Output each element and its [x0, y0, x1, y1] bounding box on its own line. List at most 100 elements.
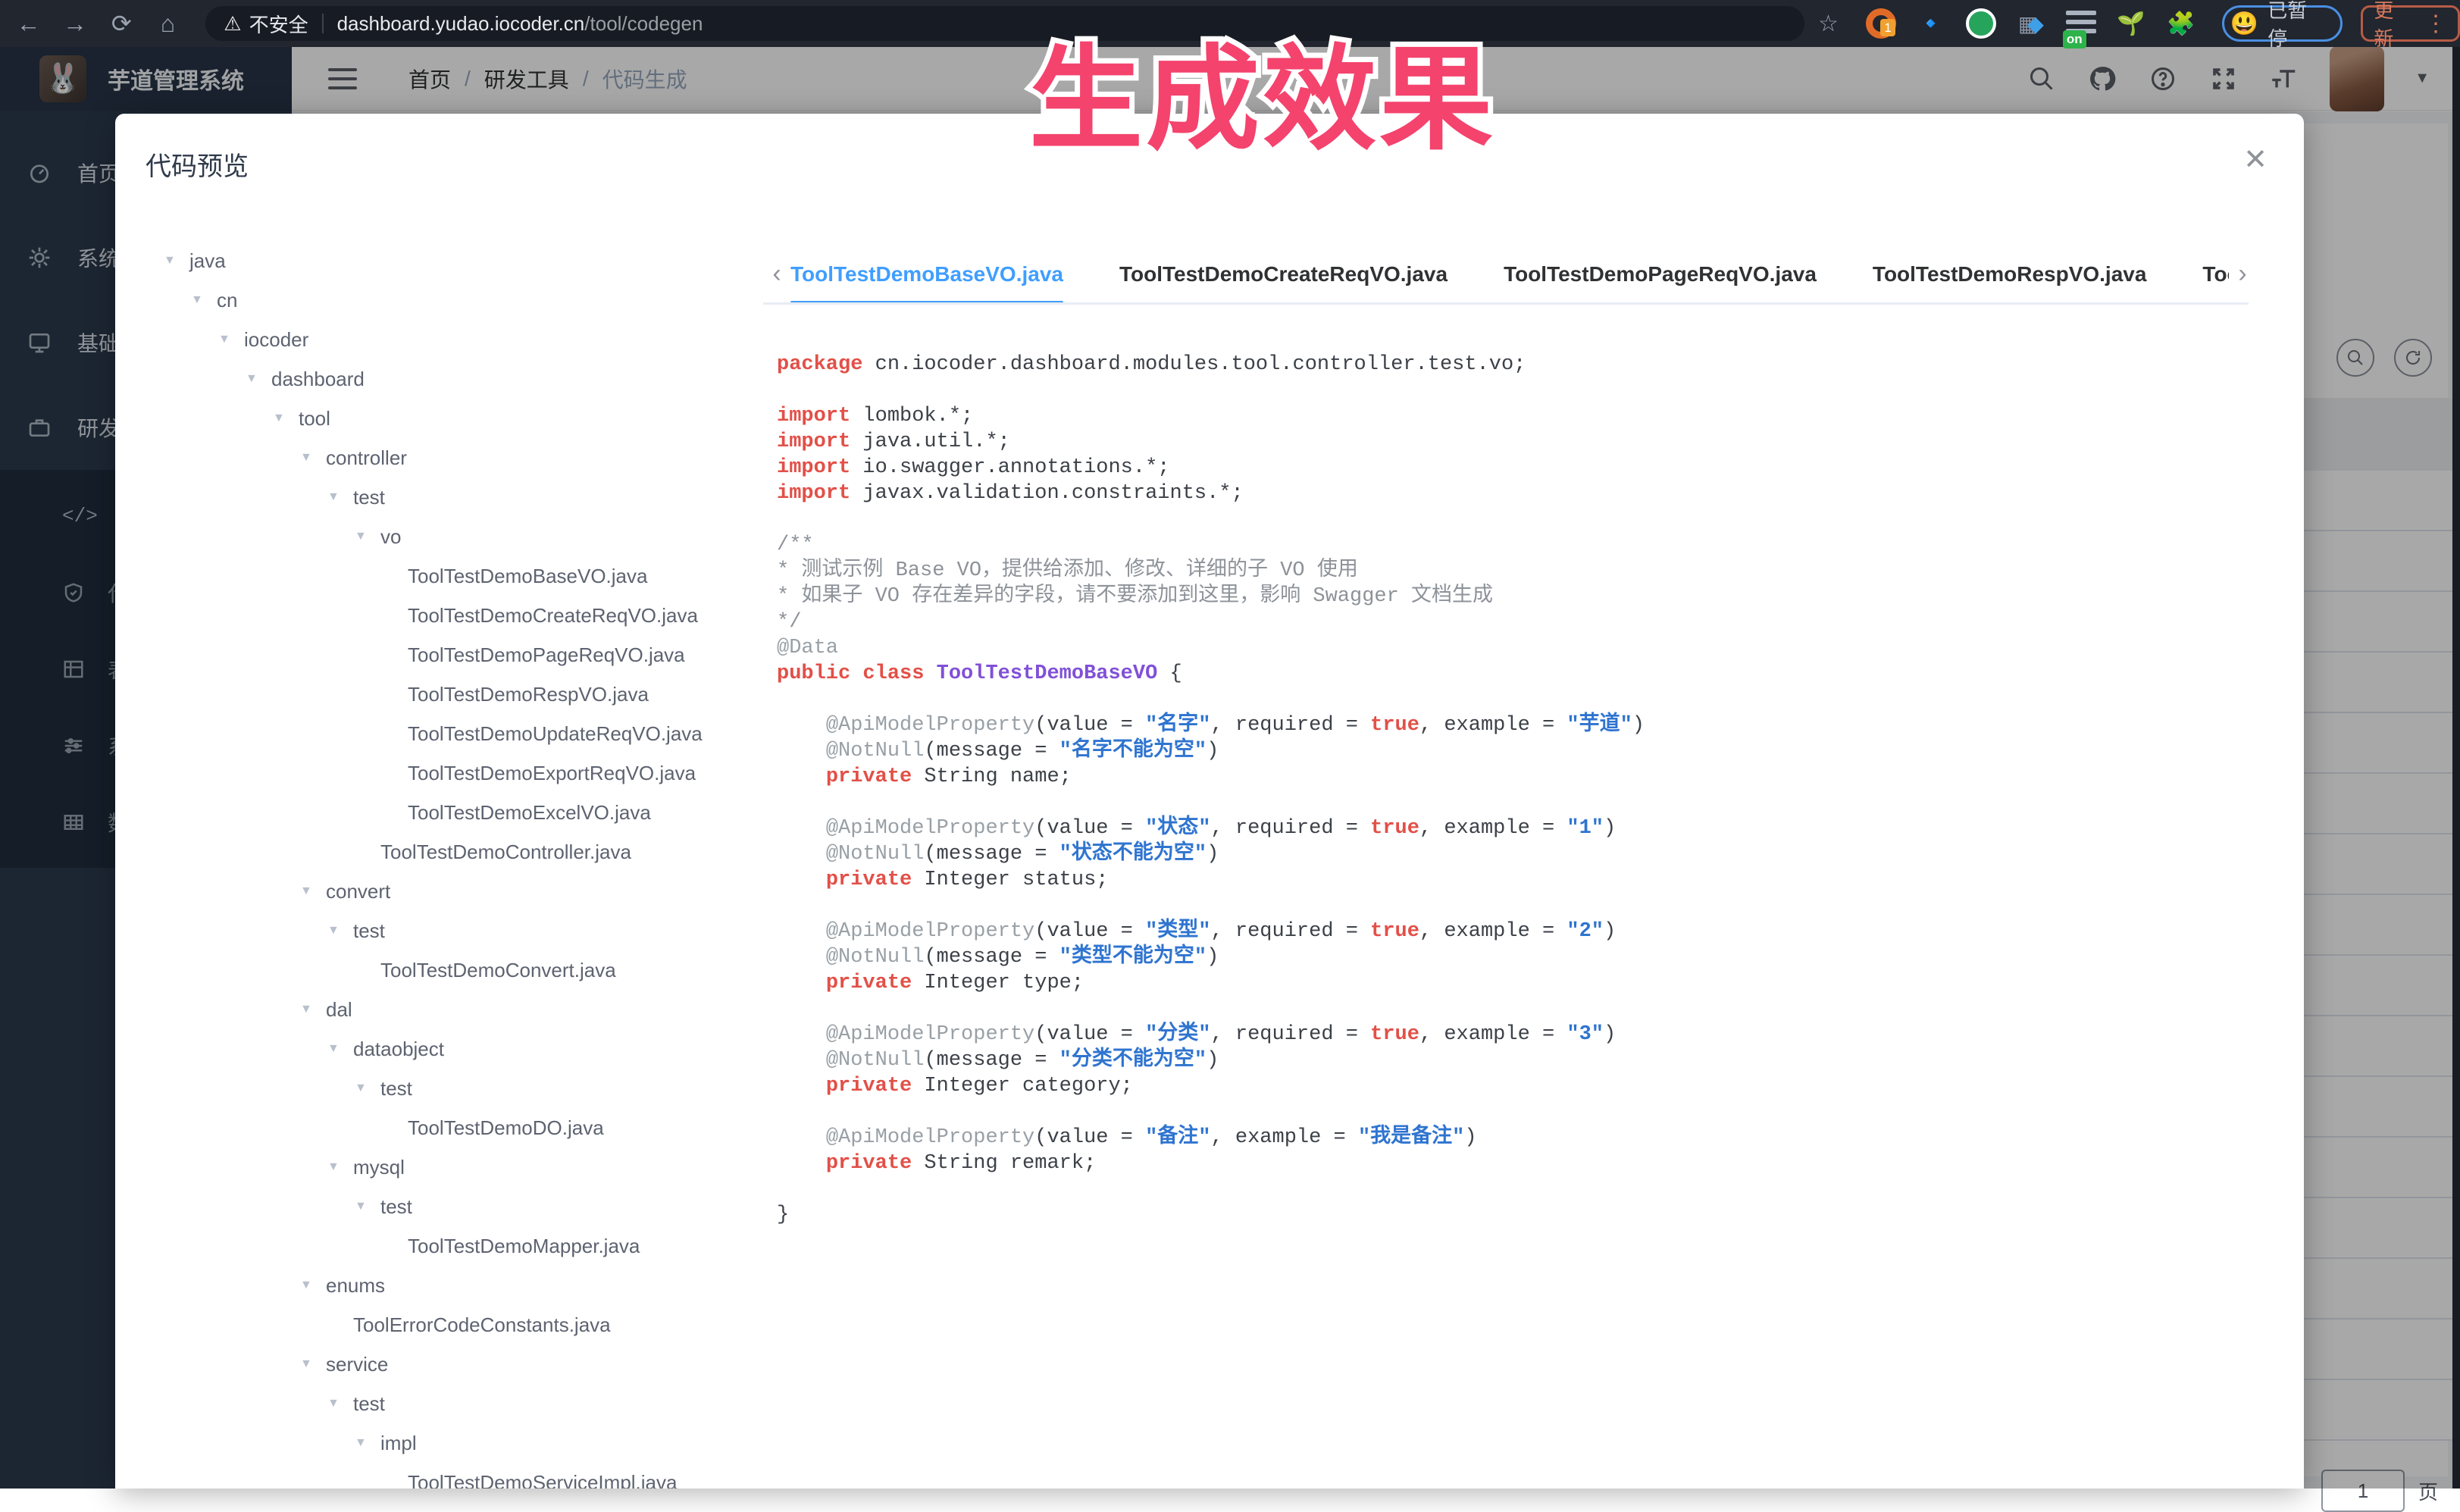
tree-folder-node[interactable]: ▼mysql — [146, 1147, 759, 1187]
code-line: } — [777, 1202, 2262, 1228]
tree-file-node[interactable]: ▼ToolTestDemoUpdateReqVO.java — [146, 714, 759, 753]
code-line: @ApiModelProperty(value = "状态", required… — [777, 815, 2262, 841]
code-viewer[interactable]: package cn.iocoder.dashboard.modules.too… — [777, 352, 2262, 1473]
tree-folder-node[interactable]: ▼dashboard — [146, 359, 759, 399]
tree-node-label: tool — [299, 407, 330, 430]
green-extension-icon[interactable] — [1966, 8, 1996, 39]
tree-file-node[interactable]: ▼ToolTestDemoRespVO.java — [146, 675, 759, 714]
tree-node-label: ToolTestDemoExportReqVO.java — [408, 762, 696, 785]
plant-glyph: 🌱 — [2117, 11, 2145, 37]
code-line: @Data — [777, 635, 2262, 661]
tab-file-2[interactable]: ToolTestDemoPageReqVO.java — [1504, 246, 1817, 302]
tree-caret-icon[interactable]: ▼ — [273, 412, 299, 425]
plant-extension-icon[interactable]: 🌱 — [2116, 8, 2146, 39]
close-icon[interactable]: ✕ — [2243, 142, 2268, 177]
tree-caret-icon[interactable]: ▼ — [300, 884, 326, 898]
browser-menu-icon[interactable]: ⋮ — [2424, 11, 2447, 37]
tree-file-node[interactable]: ▼ToolTestDemoDO.java — [146, 1108, 759, 1147]
tree-folder-node[interactable]: ▼test — [146, 477, 759, 517]
tree-folder-node[interactable]: ▼java — [146, 241, 759, 280]
tree-caret-icon[interactable]: ▼ — [327, 1160, 353, 1174]
tree-folder-node[interactable]: ▼test — [146, 1187, 759, 1226]
tree-caret-icon[interactable]: ▼ — [355, 1200, 380, 1213]
extensions-puzzle-icon[interactable]: 🧩 — [2166, 8, 2196, 39]
tree-caret-icon[interactable]: ▼ — [355, 1082, 380, 1095]
tree-caret-icon[interactable]: ▼ — [300, 451, 326, 465]
tree-folder-node[interactable]: ▼test — [146, 1069, 759, 1108]
tabs-next-icon[interactable]: › — [2229, 259, 2256, 289]
tree-caret-icon[interactable]: ▼ — [300, 1357, 326, 1371]
profile-paused-button[interactable]: 😃 已暂停 — [2222, 5, 2343, 42]
not-secure-label: 不安全 — [249, 10, 308, 38]
tree-caret-icon[interactable]: ▼ — [246, 372, 271, 386]
tree-caret-icon[interactable]: ▼ — [164, 254, 189, 268]
adblock-extension-icon[interactable]: 1 — [1866, 8, 1896, 39]
browser-update-button[interactable]: 更新 ⋮ — [2361, 5, 2460, 42]
tree-caret-icon[interactable]: ▼ — [327, 924, 353, 938]
tree-folder-node[interactable]: ▼impl — [146, 1423, 759, 1463]
tree-folder-node[interactable]: ▼service — [146, 1345, 759, 1384]
update-label: 更新 — [2374, 0, 2412, 52]
back-icon[interactable]: ← — [11, 5, 46, 42]
not-secure-warning-icon: ⚠ — [224, 12, 241, 36]
code-line: import java.util.*; — [777, 429, 2262, 455]
tab-file-0[interactable]: ToolTestDemoBaseVO.java — [790, 246, 1063, 302]
tree-folder-node[interactable]: ▼test — [146, 911, 759, 950]
tree-caret-icon[interactable]: ▼ — [327, 1042, 353, 1056]
tree-caret-icon[interactable]: ▼ — [191, 293, 217, 307]
tree-file-node[interactable]: ▼ToolTestDemoBaseVO.java — [146, 556, 759, 596]
tree-file-node[interactable]: ▼ToolTestDemoExportReqVO.java — [146, 753, 759, 793]
tree-caret-icon[interactable]: ▼ — [355, 530, 380, 543]
list-extension-icon[interactable]: on — [2066, 11, 2096, 36]
refresh-icon[interactable]: ⟳ — [104, 5, 139, 42]
tree-file-node[interactable]: ▼ToolTestDemoExcelVO.java — [146, 793, 759, 832]
grid-extension-icon[interactable]: ▦◆ — [2016, 8, 2046, 39]
tree-folder-node[interactable]: ▼iocoder — [146, 320, 759, 359]
tree-folder-node[interactable]: ▼convert — [146, 872, 759, 911]
tree-folder-node[interactable]: ▼test — [146, 1384, 759, 1423]
tree-folder-node[interactable]: ▼dal — [146, 990, 759, 1029]
tree-folder-node[interactable]: ▼controller — [146, 438, 759, 477]
window-scrollbar[interactable] — [2452, 47, 2460, 1489]
tree-caret-icon[interactable]: ▼ — [300, 1003, 326, 1016]
tree-file-node[interactable]: ▼ToolTestDemoPageReqVO.java — [146, 635, 759, 675]
tree-caret-icon[interactable]: ▼ — [327, 1397, 353, 1410]
tree-file-node[interactable]: ▼ToolTestDemoConvert.java — [146, 950, 759, 990]
tree-file-node[interactable]: ▼ToolTestDemoCreateReqVO.java — [146, 596, 759, 635]
drop-extension-icon[interactable]: 🔹 — [1916, 8, 1946, 39]
code-line — [777, 893, 2262, 919]
home-icon[interactable]: ⌂ — [150, 5, 186, 42]
tab-file-1[interactable]: ToolTestDemoCreateReqVO.java — [1119, 246, 1448, 302]
file-tabs-bar: ‹ ToolTestDemoBaseVO.java ToolTestDemoCr… — [763, 246, 2249, 305]
tree-folder-node[interactable]: ▼vo — [146, 517, 759, 556]
code-line: private Integer type; — [777, 970, 2262, 996]
extensions-row: 1 🔹 ▦◆ on 🌱 🧩 — [1866, 8, 2196, 39]
tree-node-label: test — [380, 1195, 412, 1219]
dialog-title: 代码预览 — [146, 146, 249, 183]
bookmark-star-icon[interactable]: ☆ — [1818, 11, 1839, 37]
tree-caret-icon[interactable]: ▼ — [327, 490, 353, 504]
tree-node-label: controller — [326, 446, 407, 470]
tree-node-label: mysql — [353, 1156, 405, 1179]
code-line: @ApiModelProperty(value = "分类", required… — [777, 1022, 2262, 1047]
code-line: @ApiModelProperty(value = "类型", required… — [777, 919, 2262, 944]
tree-folder-node[interactable]: ▼cn — [146, 280, 759, 320]
tree-folder-node[interactable]: ▼enums — [146, 1266, 759, 1305]
tabs-prev-icon[interactable]: ‹ — [763, 259, 790, 289]
tree-node-label: ToolTestDemoPageReqVO.java — [408, 643, 685, 667]
tree-caret-icon[interactable]: ▼ — [300, 1279, 326, 1292]
tree-file-node[interactable]: ▼ToolTestDemoController.java — [146, 832, 759, 872]
tree-caret-icon[interactable]: ▼ — [355, 1436, 380, 1450]
code-line — [777, 687, 2262, 712]
tab-file-3[interactable]: ToolTestDemoRespVO.java — [1873, 246, 2147, 302]
tree-caret-icon[interactable]: ▼ — [218, 333, 244, 346]
tree-node-label: convert — [326, 880, 390, 903]
tree-folder-node[interactable]: ▼dataobject — [146, 1029, 759, 1069]
tree-file-node[interactable]: ▼ToolTestDemoMapper.java — [146, 1226, 759, 1266]
code-line: @NotNull(message = "分类不能为空") — [777, 1047, 2262, 1073]
tree-file-node[interactable]: ▼ToolErrorCodeConstants.java — [146, 1305, 759, 1345]
forward-icon[interactable]: → — [57, 5, 92, 42]
tree-folder-node[interactable]: ▼tool — [146, 399, 759, 438]
address-bar[interactable]: ⚠ 不安全 dashboard.yudao.iocoder.cn /tool/c… — [205, 6, 1804, 41]
tree-file-node[interactable]: ▼ToolTestDemoServiceImpl.java — [146, 1463, 759, 1489]
